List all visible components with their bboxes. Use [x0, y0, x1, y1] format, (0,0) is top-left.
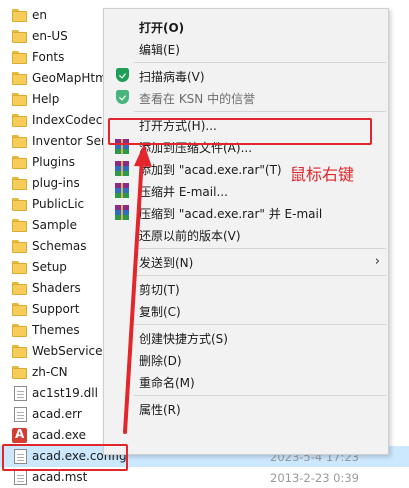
annotation-label: 鼠标右键 — [290, 165, 355, 184]
annotation-arrow — [123, 144, 152, 434]
